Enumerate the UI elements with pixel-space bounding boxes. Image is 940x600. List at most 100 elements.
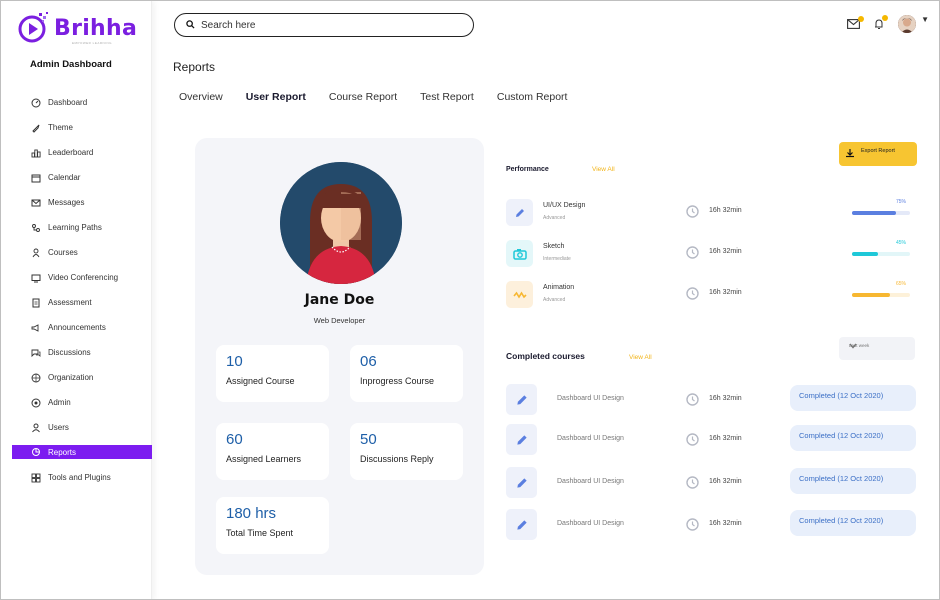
admin-icon <box>30 397 41 408</box>
sidebar-item-leaderboard[interactable]: Leaderboard <box>1 140 152 165</box>
top-actions: ▼ <box>833 15 929 33</box>
time-spent: 16h 32min <box>709 395 742 402</box>
progress-bar <box>852 252 910 256</box>
pencil-icon <box>506 424 537 455</box>
stat-card-discussions-reply: 50 Discussions Reply <box>350 423 463 480</box>
pencil-icon <box>506 384 537 415</box>
sidebar-item-courses[interactable]: Courses <box>1 240 152 265</box>
time-spent: 16h 32min <box>709 289 742 296</box>
pencil-icon <box>506 199 533 226</box>
pencil-icon <box>506 509 537 540</box>
progress-percent: 45% <box>896 240 907 246</box>
course-name: Dashboard UI Design <box>557 395 624 402</box>
completed-view-all-link[interactable]: View All <box>629 354 652 361</box>
tab-overview[interactable]: Overview <box>179 91 223 103</box>
clock-icon <box>686 393 699 411</box>
performance-row[interactable]: Animation Advanced 16h 32min 65% <box>506 281 916 309</box>
learning-paths-icon <box>30 222 41 233</box>
stat-card-assigned-course: 10 Assigned Course <box>216 345 329 402</box>
tab-test-report[interactable]: Test Report <box>420 91 474 103</box>
stat-value: 180 hrs <box>226 505 277 522</box>
sidebar-item-users[interactable]: Users <box>1 415 152 440</box>
export-report-button[interactable]: Export Report <box>839 142 917 166</box>
sidebar-item-organization[interactable]: Organization <box>1 365 152 390</box>
export-label: Export Report <box>861 148 895 154</box>
download-icon <box>845 148 855 160</box>
wave-icon <box>506 281 533 308</box>
sidebar-item-label: Messages <box>48 198 85 207</box>
sidebar-item-discussions[interactable]: Discussions <box>1 340 152 365</box>
sidebar-item-theme[interactable]: Theme <box>1 115 152 140</box>
completed-courses-title: Completed courses <box>506 351 585 361</box>
course-name: Dashboard UI Design <box>557 435 624 442</box>
sidebar-item-tools[interactable]: Tools and Plugins <box>1 465 152 490</box>
clock-icon <box>686 205 699 223</box>
clock-icon <box>686 476 699 494</box>
period-filter-dropdown[interactable]: Last week <box>839 337 915 360</box>
status-badge: Completed (12 Oct 2020) <box>790 468 916 494</box>
sidebar-item-label: Learning Paths <box>48 223 102 232</box>
tab-course-report[interactable]: Course Report <box>329 91 397 103</box>
play-logo-icon <box>17 11 51 45</box>
sidebar-title: Admin Dashboard <box>30 59 112 70</box>
progress-fill <box>852 293 890 297</box>
mail-icon[interactable] <box>847 16 865 29</box>
time-spent: 16h 32min <box>709 207 742 214</box>
sidebar-item-reports[interactable]: Reports <box>12 445 152 459</box>
chevron-down-icon: ▼ <box>921 15 929 24</box>
sidebar-item-messages[interactable]: Messages <box>1 190 152 215</box>
brand-logo[interactable]: Brihha EMPOWER LEARNING <box>17 11 137 45</box>
performance-view-all-link[interactable]: View All <box>592 166 615 173</box>
search-bar <box>174 13 474 37</box>
performance-row[interactable]: UI/UX Design Advanced 16h 32min 75% <box>506 199 916 227</box>
chevron-down-icon <box>849 343 908 350</box>
tab-custom-report[interactable]: Custom Report <box>497 91 568 103</box>
video-icon <box>30 272 41 283</box>
profile-name: Jane Doe <box>304 292 375 308</box>
sidebar-item-label: Leaderboard <box>48 148 94 157</box>
clock-icon <box>686 246 699 264</box>
tab-user-report[interactable]: User Report <box>246 91 306 103</box>
course-name: Sketch <box>543 243 565 250</box>
sidebar-item-label: Video Conferencing <box>48 273 119 282</box>
sidebar-item-label: Users <box>48 423 69 432</box>
progress-bar <box>852 293 910 297</box>
stat-label: Assigned Learners <box>226 454 302 464</box>
completed-course-row[interactable]: Dashboard UI Design 16h 32min Completed … <box>506 424 916 456</box>
sidebar-item-label: Reports <box>48 447 77 457</box>
time-spent: 16h 32min <box>709 435 742 442</box>
progress-fill <box>852 252 879 256</box>
sidebar-nav: Dashboard Theme Leaderboard Calendar Mes… <box>1 90 152 490</box>
sidebar-item-assessment[interactable]: Assessment <box>1 290 152 315</box>
sidebar-item-learning-paths[interactable]: Learning Paths <box>1 215 152 240</box>
clock-icon <box>686 287 699 305</box>
sidebar-item-announcements[interactable]: Announcements <box>1 315 152 340</box>
completed-course-row[interactable]: Dashboard UI Design 16h 32min Completed … <box>506 384 916 416</box>
time-spent: 16h 32min <box>709 520 742 527</box>
completed-course-row[interactable]: Dashboard UI Design 16h 32min Completed … <box>506 509 916 541</box>
search-input[interactable] <box>201 19 451 31</box>
tools-icon <box>30 472 41 483</box>
sidebar-item-video-conferencing[interactable]: Video Conferencing <box>1 265 152 290</box>
sidebar-item-calendar[interactable]: Calendar <box>1 165 152 190</box>
announcements-icon <box>30 322 41 333</box>
completed-course-row[interactable]: Dashboard UI Design 16h 32min Completed … <box>506 467 916 499</box>
reports-icon <box>30 447 41 458</box>
sidebar-item-admin[interactable]: Admin <box>1 390 152 415</box>
status-badge: Completed (12 Oct 2020) <box>790 425 916 451</box>
camera-icon <box>506 240 533 267</box>
brand-name: Brihha <box>54 15 138 41</box>
sidebar-item-dashboard[interactable]: Dashboard <box>1 90 152 115</box>
page-title: Reports <box>173 60 216 74</box>
status-badge: Completed (12 Oct 2020) <box>790 510 916 536</box>
clock-icon <box>686 518 699 536</box>
messages-icon <box>30 197 41 208</box>
profile-role: Web Developer <box>313 316 366 325</box>
sidebar-item-label: Tools and Plugins <box>48 473 111 482</box>
bell-icon[interactable] <box>874 15 889 30</box>
stat-label: Inprogress Course <box>360 376 435 386</box>
user-menu[interactable]: ▼ <box>898 15 929 33</box>
performance-row[interactable]: Sketch Intermediate 16h 32min 45% <box>506 240 916 268</box>
status-badge: Completed (12 Oct 2020) <box>790 385 916 411</box>
report-tabs: Overview User Report Course Report Test … <box>179 91 590 103</box>
